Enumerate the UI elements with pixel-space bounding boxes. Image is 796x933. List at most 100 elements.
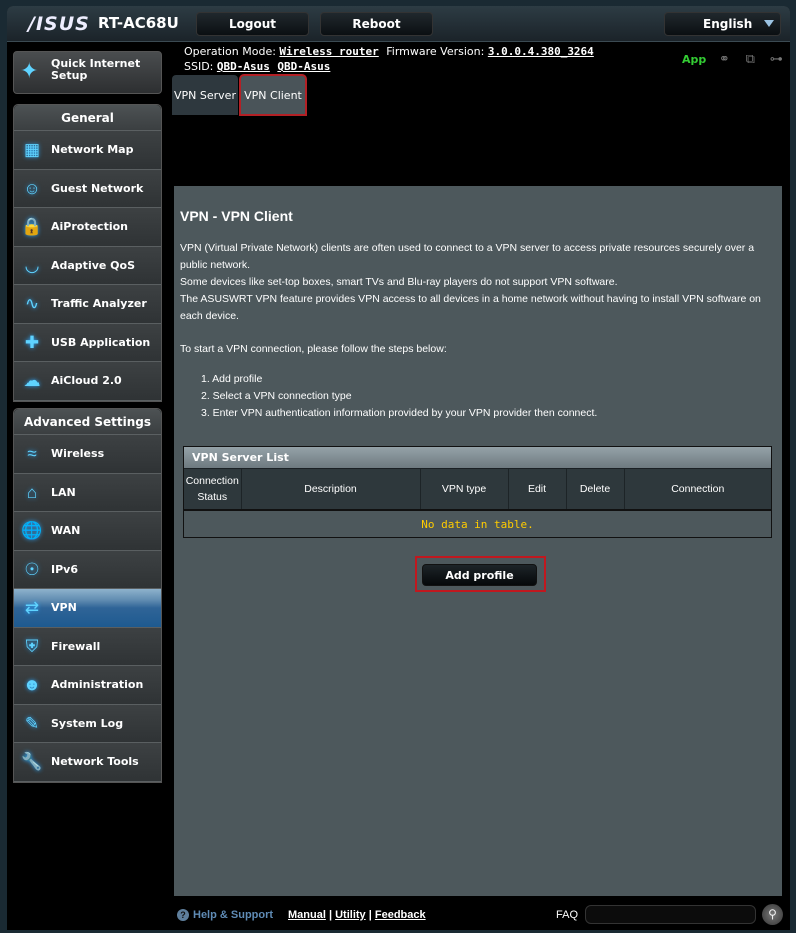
logout-button[interactable]: Logout — [196, 12, 309, 36]
sidebar-item-system-log[interactable]: ✎ System Log — [14, 704, 161, 743]
sidebar-item-label: WAN — [51, 524, 81, 537]
clients-icon[interactable]: ⚭ — [716, 52, 732, 66]
steps-list: 1. Add profile 2. Select a VPN connectio… — [201, 371, 597, 422]
ssid-link-2[interactable]: QBD-Asus — [277, 60, 330, 73]
vpn-icon: ⇄ — [24, 598, 40, 617]
feedback-link[interactable]: Feedback — [375, 909, 426, 921]
faq-label: FAQ — [556, 909, 579, 921]
sidebar-item-label: Administration — [51, 678, 144, 691]
content-panel: VPN - VPN Client VPN (Virtual Private Ne… — [174, 186, 782, 896]
sidebar-item-aiprotection[interactable]: 🔒 AiProtection — [14, 208, 161, 247]
sidebar-item-label: Firewall — [51, 639, 101, 653]
traffic-chart-icon: ∿ — [24, 294, 40, 313]
app-link[interactable]: App — [682, 53, 706, 66]
firmware-link[interactable]: 3.0.0.4.380_3264 — [488, 45, 594, 58]
sidebar-item-label: Wireless — [51, 447, 105, 460]
description: VPN (Virtual Private Network) clients ar… — [180, 240, 776, 325]
magic-wand-icon: ✦ — [20, 58, 39, 83]
sidebar-item-network-tools[interactable]: 🔧 Network Tools — [14, 743, 161, 782]
general-menu: General ▦ Network Map ☺ Guest Network 🔒 … — [13, 104, 162, 402]
ssid-link-1[interactable]: QBD-Asus — [217, 60, 270, 73]
user-icon: ☻ — [23, 675, 41, 694]
model-name: RT-AC68U — [98, 14, 179, 32]
operation-mode-label: Operation Mode: — [184, 45, 276, 58]
description-paragraph: The ASUSWRT VPN feature provides VPN acc… — [180, 293, 761, 322]
description-paragraph: Some devices like set-top boxes, smart T… — [180, 276, 618, 288]
step-item: 3. Enter VPN authentication information … — [201, 407, 598, 419]
sidebar-item-label: LAN — [51, 485, 76, 499]
step-item: 2. Select a VPN connection type — [201, 390, 352, 402]
table-title: VPN Server List — [184, 447, 771, 469]
ipv6-globe-icon: ☉ — [24, 559, 40, 579]
tab-vpn-server[interactable]: VPN Server — [172, 75, 238, 115]
sidebar-item-label: AiCloud 2.0 — [51, 374, 122, 387]
help-support-link[interactable]: ? Help & Support — [177, 909, 273, 921]
sidebar-item-wireless[interactable]: ≈ Wireless — [14, 435, 161, 474]
language-value: English — [703, 17, 753, 31]
search-icon[interactable]: ⚲ — [762, 904, 783, 925]
sidebar-item-lan[interactable]: ⌂ LAN — [14, 473, 161, 512]
sidebar-item-traffic-analyzer[interactable]: ∿ Traffic Analyzer — [14, 285, 161, 324]
general-menu-title: General — [14, 105, 161, 131]
sidebar-item-network-map[interactable]: ▦ Network Map — [14, 131, 161, 170]
add-profile-highlight: Add profile — [415, 556, 546, 592]
sidebar-item-label: Guest Network — [51, 181, 144, 195]
sidebar-item-label: USB Application — [51, 335, 151, 349]
sidebar-item-wan[interactable]: 🌐 WAN — [14, 512, 161, 551]
sidebar-item-label: VPN — [51, 601, 77, 614]
devices-icon[interactable]: ⧉ — [742, 52, 758, 66]
add-profile-button[interactable]: Add profile — [422, 564, 537, 586]
sidebar-item-adaptive-qos[interactable]: ◡ Adaptive QoS — [14, 246, 161, 285]
operation-mode-link[interactable]: Wireless router — [279, 45, 378, 58]
sidebar-item-label: Traffic Analyzer — [51, 297, 147, 310]
sidebar-item-aicloud[interactable]: ☁ AiCloud 2.0 — [14, 362, 161, 401]
sidebar-item-label: Network Tools — [51, 755, 139, 768]
column-header-description: Description — [241, 469, 421, 511]
help-label: Help & Support — [193, 909, 274, 921]
network-map-icon: ▦ — [23, 140, 41, 159]
sidebar-item-firewall[interactable]: ⛨ Firewall — [14, 627, 161, 666]
manual-link[interactable]: Manual — [288, 909, 326, 921]
footer-links: Manual | Utility | Feedback — [288, 909, 426, 921]
chevron-down-icon — [764, 20, 774, 27]
empty-table-message: No data in table. — [184, 510, 771, 537]
sidebar-item-administration[interactable]: ☻ Administration — [14, 666, 161, 705]
reboot-button[interactable]: Reboot — [320, 12, 433, 36]
usb-icon[interactable]: ⊶ — [768, 52, 784, 66]
advanced-menu-title: Advanced Settings — [14, 409, 161, 435]
sidebar-item-label: AiProtection — [51, 220, 128, 233]
sidebar-item-label: IPv6 — [51, 562, 78, 576]
quick-internet-setup-button[interactable]: ✦ Quick Internet Setup — [13, 51, 162, 94]
sidebar-item-guest-network[interactable]: ☺ Guest Network — [14, 169, 161, 208]
help-icon: ? — [177, 909, 189, 921]
footer: ? Help & Support Manual | Utility | Feed… — [174, 902, 790, 928]
sidebar-item-label: Adaptive QoS — [51, 258, 136, 272]
edit-log-icon: ✎ — [24, 713, 40, 733]
router-info: Operation Mode: Wireless router Firmware… — [184, 44, 598, 74]
asus-logo[interactable]: /ISUS — [28, 13, 90, 35]
cloud-icon: ☁ — [23, 371, 41, 390]
column-header-connection: Connection — [624, 469, 771, 511]
firmware-label: Firmware Version: — [386, 45, 485, 58]
lock-icon: 🔒 — [21, 217, 43, 236]
sidebar-item-label: Network Map — [51, 143, 134, 156]
sidebar-item-usb-application[interactable]: ✚ USB Application — [14, 323, 161, 362]
faq-search-input[interactable] — [585, 905, 756, 924]
wrench-icon: 🔧 — [21, 752, 43, 771]
column-header-delete: Delete — [566, 469, 625, 511]
gauge-icon: ◡ — [24, 255, 40, 275]
tab-vpn-client[interactable]: VPN Client — [239, 74, 307, 116]
wifi-icon: ≈ — [27, 444, 37, 463]
sidebar-item-ipv6[interactable]: ☉ IPv6 — [14, 550, 161, 589]
utility-link[interactable]: Utility — [335, 909, 366, 921]
page-title: VPN - VPN Client — [180, 208, 293, 224]
steps-intro: To start a VPN connection, please follow… — [180, 343, 447, 355]
globe-icon: 🌐 — [21, 521, 43, 540]
language-select[interactable]: English — [664, 12, 781, 36]
ssid-label: SSID: — [184, 60, 214, 73]
sidebar-item-vpn[interactable]: ⇄ VPN — [14, 589, 161, 628]
quick-setup-label: Quick Internet Setup — [51, 57, 141, 82]
vpn-server-list-table: VPN Server List Connection Status Descri… — [183, 446, 772, 538]
shield-icon: ⛨ — [25, 636, 39, 656]
sidebar-item-label: System Log — [51, 716, 124, 730]
